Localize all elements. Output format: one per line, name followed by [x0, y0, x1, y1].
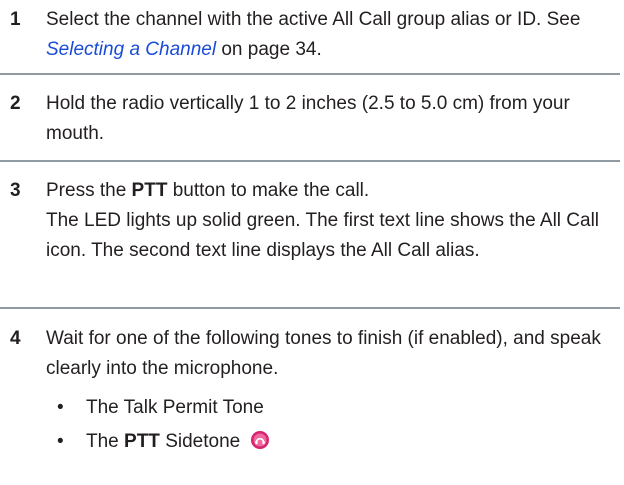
list-item: • The PTT Sidetone: [46, 427, 618, 460]
tone-text: The Talk Permit Tone: [86, 397, 264, 418]
ptt-sidetone-icon: [250, 430, 270, 460]
tone-text-part: Sidetone: [159, 431, 241, 452]
step-number: 3: [10, 180, 21, 201]
step-text-part: on page 34.: [216, 39, 322, 60]
step-1: 1 Select the channel with the active All…: [0, 0, 624, 64]
ptt-label: PTT: [131, 180, 168, 201]
step-text: Select the channel with the active All C…: [46, 9, 580, 60]
step-number: 4: [10, 328, 21, 349]
step-text: Press the PTT button to make the call.: [46, 180, 369, 201]
step-number: 2: [10, 93, 21, 114]
ptt-sidetone-icon-svg: [250, 431, 269, 449]
step-text: Hold the radio vertically 1 to 2 inches …: [46, 93, 570, 144]
tone-text-part: The: [86, 431, 125, 452]
tone-list: • The Talk Permit Tone • The PTT Sideton…: [46, 393, 618, 460]
step-text: Wait for one of the following tones to f…: [46, 328, 601, 379]
list-item: • The Talk Permit Tone: [46, 393, 618, 423]
procedure-steps: 1 Select the channel with the active All…: [0, 0, 624, 485]
step-text-part: Press the: [46, 180, 132, 201]
ptt-label: PTT: [124, 431, 160, 452]
step-4: 4 Wait for one of the following tones to…: [0, 309, 624, 460]
step-text-part: button to make the call.: [167, 180, 370, 201]
step-text-part: Select the channel with the active All C…: [46, 9, 581, 30]
bullet-icon: •: [57, 397, 64, 418]
selecting-a-channel-link[interactable]: Selecting a Channel: [46, 39, 216, 60]
step-3: 3 Press the PTT button to make the call.…: [0, 162, 624, 300]
bullet-icon: •: [57, 431, 64, 452]
step-number: 1: [10, 9, 21, 30]
step-2: 2 Hold the radio vertically 1 to 2 inche…: [0, 75, 624, 153]
tone-text: The PTT Sidetone: [86, 431, 240, 452]
step-detail: The LED lights up solid green. The first…: [46, 210, 600, 261]
